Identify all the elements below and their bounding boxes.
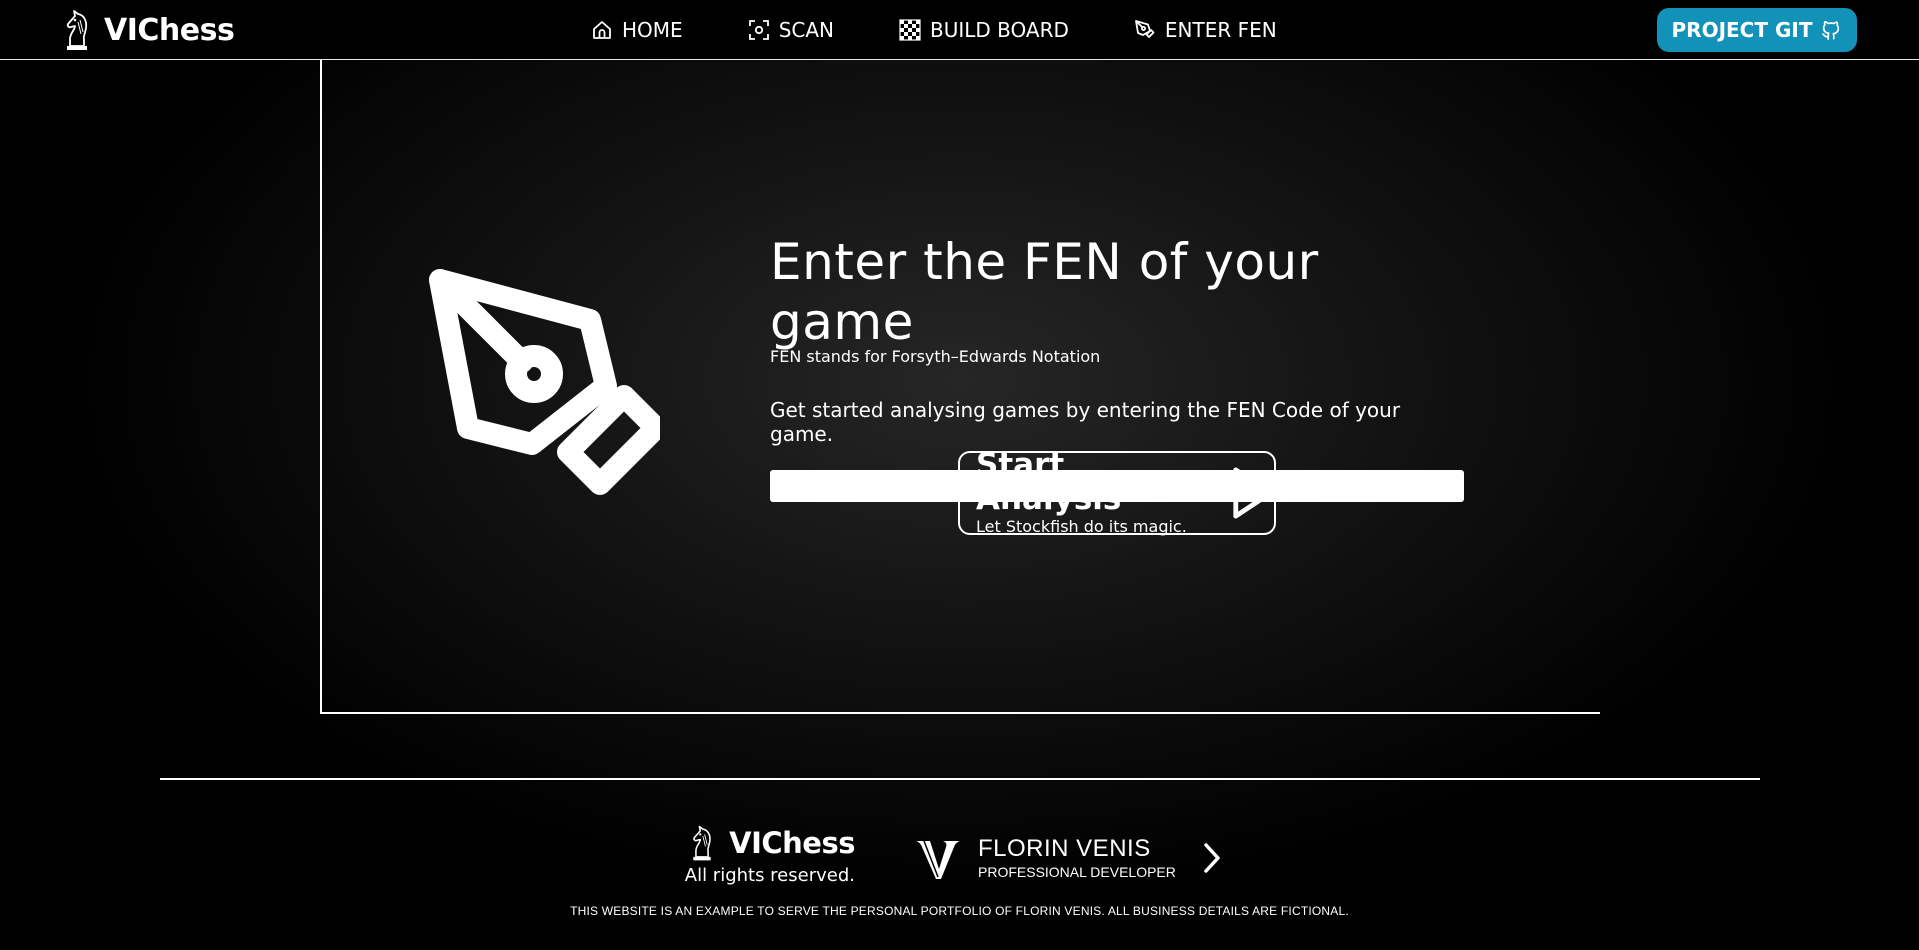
brand-name: VIChess (104, 12, 235, 48)
intro-text: Get started analysing games by entering … (770, 398, 1401, 446)
top-navbar: VIChess HOME SCAN BUILD BOARD ENTER FEN … (0, 0, 1919, 60)
main-nav: HOME SCAN BUILD BOARD ENTER FEN (590, 12, 1277, 48)
footer-brand: VIChess All rights reserved. (679, 822, 855, 892)
v-monogram-icon (916, 840, 960, 879)
nav-home[interactable]: HOME (590, 18, 683, 42)
nav-scan-label: SCAN (778, 18, 834, 42)
footer-divider (160, 778, 1760, 780)
footer-disclaimer: THIS WEBSITE IS AN EXAMPLE TO SERVE THE … (570, 904, 1349, 918)
nav-enter-fen-label: ENTER FEN (1164, 18, 1277, 42)
home-icon (593, 21, 611, 39)
pen-nib-icon (429, 269, 660, 495)
developer-link[interactable]: FLORIN VENIS PROFESSIONAL DEVELOPER (914, 830, 1224, 886)
developer-role: PROFESSIONAL DEVELOPER (978, 864, 1176, 880)
nav-home-label: HOME (622, 18, 683, 42)
start-analysis-button[interactable]: Start Analysis Let Stockfish do its magi… (958, 447, 1276, 536)
page-subtitle: FEN stands for Forsyth–Edwards Notation (770, 347, 1101, 366)
pen-nib-icon (1135, 20, 1155, 38)
start-analysis-subtitle: Let Stockfish do its magic. (976, 517, 1187, 536)
start-analysis-title: Start Analysis (976, 447, 1122, 517)
github-icon (1822, 21, 1840, 40)
project-git-button[interactable]: PROJECT GIT (1657, 8, 1857, 52)
nav-scan[interactable]: SCAN (747, 18, 834, 42)
page-title: Enter the FEN of your game (770, 233, 1319, 351)
chess-knight-icon (693, 825, 711, 861)
brand-logo-link[interactable]: VIChess (62, 8, 235, 52)
nav-build-board-label: BUILD BOARD (930, 18, 1069, 42)
chess-knight-icon (66, 10, 88, 50)
footer-rights: All rights reserved. (684, 865, 855, 886)
nav-enter-fen[interactable]: ENTER FEN (1133, 18, 1277, 42)
chevron-right-icon (1204, 843, 1220, 873)
footer-brand-name: VIChess (729, 826, 855, 860)
developer-name: FLORIN VENIS (978, 835, 1151, 862)
play-icon (1233, 467, 1273, 519)
scan-icon (748, 20, 769, 40)
nav-build-board[interactable]: BUILD BOARD (898, 18, 1069, 42)
checkerboard-icon (899, 19, 921, 41)
project-git-label: PROJECT GIT (1671, 18, 1813, 42)
